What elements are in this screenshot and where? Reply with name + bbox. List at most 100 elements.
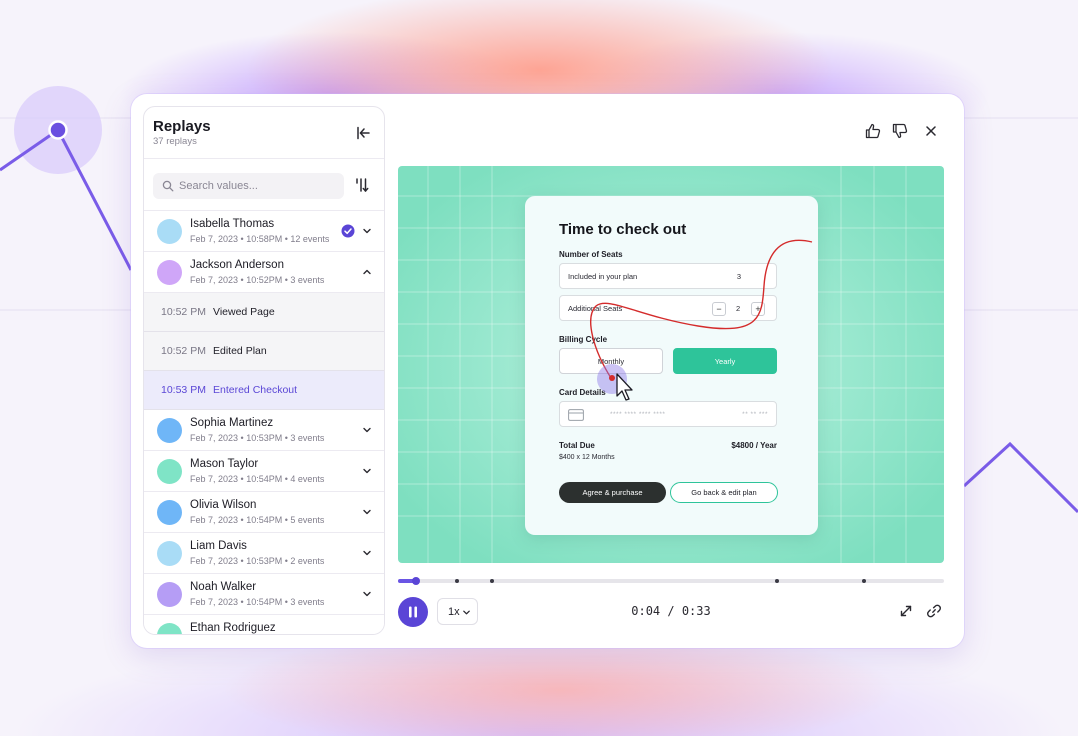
monthly-button[interactable]: Monthly [559, 348, 663, 374]
replay-meta: Feb 7, 2023 • 10:54PM • 4 events [190, 474, 325, 484]
expand-icon[interactable] [898, 603, 914, 619]
replay-meta: Feb 7, 2023 • 10:53PM • 3 events [190, 433, 325, 443]
timeline-event-marker[interactable] [454, 579, 459, 583]
included-seats-value: 3 [736, 272, 741, 281]
timeline-event-marker[interactable] [861, 579, 866, 583]
list-item[interactable]: Liam Davis Feb 7, 2023 • 10:53PM • 2 eve… [144, 533, 384, 574]
replay-panel: Replays 37 replays Search values... Isab… [131, 94, 964, 648]
event-label: Entered Checkout [213, 384, 298, 396]
included-seats-label: Included in your plan [568, 272, 638, 281]
avatar [157, 541, 182, 566]
event-time: 10:52 PM [161, 345, 206, 357]
replay-meta: Feb 7, 2023 • 10:53PM • 2 events [190, 556, 325, 566]
sidebar-header: Replays 37 replays [144, 107, 384, 159]
replay-list: Isabella Thomas Feb 7, 2023 • 10:58PM • … [144, 211, 384, 634]
increase-seats-button[interactable]: + [751, 302, 765, 316]
avatar [157, 623, 182, 634]
yearly-button[interactable]: Yearly [673, 348, 777, 374]
timeline-scrubber[interactable] [412, 577, 421, 585]
replay-viewport: Time to check out Number of Seats Includ… [398, 166, 944, 563]
avatar [157, 260, 182, 285]
sidebar-title: Replays [153, 118, 211, 135]
chevron-down-icon[interactable] [362, 466, 372, 476]
replay-user-name: Sophia Martinez [190, 417, 274, 429]
search-row [144, 159, 384, 211]
list-item[interactable]: Olivia Wilson Feb 7, 2023 • 10:54PM • 5 … [144, 492, 384, 533]
chevron-down-icon[interactable] [362, 548, 372, 558]
replay-user-name: Noah Walker [190, 581, 257, 593]
pause-button[interactable] [398, 597, 428, 627]
credit-card-icon [568, 409, 584, 421]
replay-user-name: Mason Taylor [190, 458, 259, 470]
additional-seats-label: Additional Seats [568, 304, 623, 313]
avatar [157, 582, 182, 607]
thumbs-down-icon[interactable] [891, 122, 909, 140]
card-number-placeholder: **** **** **** **** [610, 411, 666, 418]
avatar [157, 418, 182, 443]
replay-meta: Feb 7, 2023 • 10:54PM • 3 events [190, 597, 325, 607]
playback-speed-select[interactable]: 1x [437, 598, 478, 625]
search-icon [162, 180, 174, 192]
playback-time: 0:04 / 0:33 [631, 604, 711, 618]
included-seats-field: Included in your plan 3 [559, 263, 777, 289]
chevron-down-icon[interactable] [362, 226, 372, 236]
close-icon[interactable] [922, 122, 940, 140]
event-label: Edited Plan [213, 345, 267, 357]
card-expiry-placeholder: ** ** *** [742, 411, 768, 418]
search-input[interactable] [179, 173, 339, 199]
checkout-title: Time to check out [559, 221, 687, 238]
avatar [157, 219, 182, 244]
decrease-seats-button[interactable]: − [712, 302, 726, 316]
list-item[interactable]: Sophia Martinez Feb 7, 2023 • 10:53PM • … [144, 410, 384, 451]
replay-count: 37 replays [153, 136, 197, 147]
timeline-event-marker[interactable] [489, 579, 494, 583]
timeline-event-marker[interactable] [774, 579, 779, 583]
event-item[interactable]: 10:52 PM Edited Plan [144, 332, 384, 371]
avatar [157, 500, 182, 525]
replay-user-name: Jackson Anderson [190, 259, 284, 271]
list-item[interactable]: Isabella Thomas Feb 7, 2023 • 10:58PM • … [144, 211, 384, 252]
check-circle-icon [341, 224, 355, 238]
search-box [153, 173, 344, 199]
total-value: $4800 / Year [731, 441, 777, 450]
additional-seats-value: 2 [736, 304, 741, 313]
chevron-down-icon[interactable] [362, 507, 372, 517]
agree-purchase-button[interactable]: Agree & purchase [559, 482, 666, 503]
playback-timeline[interactable] [398, 577, 944, 585]
playback-speed-value: 1x [448, 606, 460, 618]
list-item[interactable]: Jackson Anderson Feb 7, 2023 • 10:52PM •… [144, 252, 384, 293]
event-item[interactable]: 10:52 PM Viewed Page [144, 293, 384, 332]
replay-meta: Feb 7, 2023 • 10:54PM • 5 events [190, 515, 325, 525]
checkout-card: Time to check out Number of Seats Includ… [525, 196, 818, 535]
replay-user-name: Olivia Wilson [190, 499, 257, 511]
chevron-down-icon[interactable] [362, 425, 372, 435]
chevron-down-icon[interactable] [362, 589, 372, 599]
replay-meta: Feb 7, 2023 • 10:52PM • 3 events [190, 275, 325, 285]
billing-heading: Billing Cycle [559, 335, 608, 344]
sort-icon[interactable] [353, 176, 371, 194]
replay-user-name: Liam Davis [190, 540, 247, 552]
replays-sidebar: Replays 37 replays Search values... Isab… [143, 106, 385, 635]
event-label: Viewed Page [213, 306, 275, 318]
chevron-down-icon [463, 610, 470, 615]
card-heading: Card Details [559, 388, 606, 397]
collapse-left-icon[interactable] [354, 124, 372, 142]
list-item[interactable]: Ethan Rodriguez [144, 615, 384, 634]
edit-plan-button[interactable]: Go back & edit plan [670, 482, 778, 503]
chevron-up-icon[interactable] [362, 267, 372, 277]
list-item[interactable]: Noah Walker Feb 7, 2023 • 10:54PM • 3 ev… [144, 574, 384, 615]
event-item-active[interactable]: 10:53 PM Entered Checkout [144, 371, 384, 410]
seats-heading: Number of Seats [559, 250, 623, 259]
list-item[interactable]: Mason Taylor Feb 7, 2023 • 10:54PM • 4 e… [144, 451, 384, 492]
card-number-field[interactable]: **** **** **** **** ** ** *** [559, 401, 777, 427]
replay-user-name: Isabella Thomas [190, 218, 275, 230]
link-icon[interactable] [926, 603, 942, 619]
additional-seats-field: Additional Seats − 2 + [559, 295, 777, 321]
total-breakdown: $400 x 12 Months [559, 454, 615, 461]
pause-icon [409, 606, 417, 618]
avatar [157, 459, 182, 484]
event-time: 10:53 PM [161, 384, 206, 396]
total-label: Total Due [559, 441, 595, 450]
event-time: 10:52 PM [161, 306, 206, 318]
thumbs-up-icon[interactable] [864, 122, 882, 140]
